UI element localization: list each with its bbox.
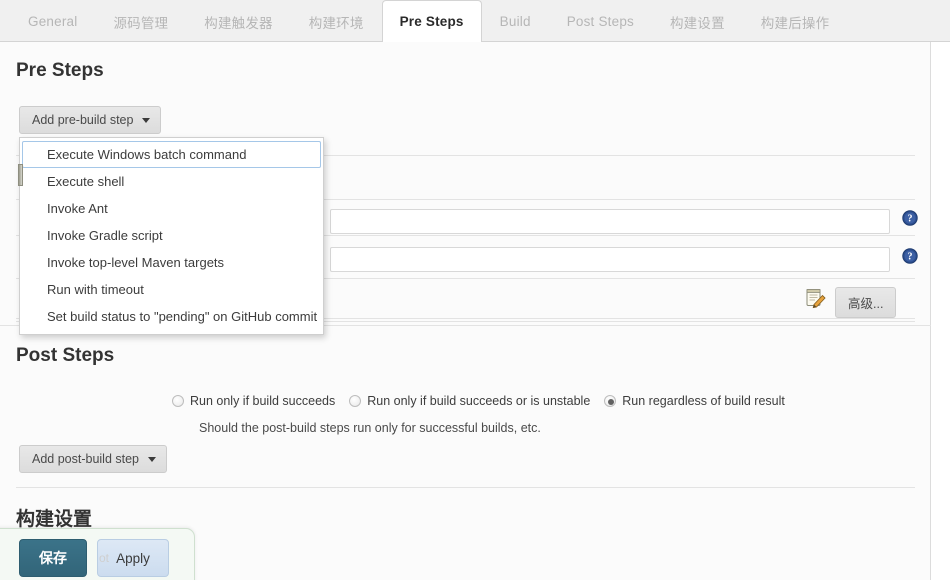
build-settings-heading: 构建设置 bbox=[16, 509, 93, 530]
menu-item[interactable]: Execute Windows batch command bbox=[22, 141, 321, 168]
menu-item-label: Execute Windows batch command bbox=[47, 147, 247, 162]
menu-item-label: Execute shell bbox=[47, 174, 125, 189]
radio-run-condition-1[interactable]: Run only if build succeeds or is unstabl… bbox=[349, 394, 590, 408]
pre-step-field-2[interactable] bbox=[330, 247, 890, 272]
tab-label: Build bbox=[499, 14, 531, 29]
menu-item-label: Run with timeout bbox=[47, 282, 144, 297]
tab-构建后操作[interactable]: 构建后操作 bbox=[743, 0, 848, 42]
tab-label: 构建后操作 bbox=[760, 15, 830, 31]
config-tab-bar: General 源码管理 构建触发器 构建环境 Pre Steps Build Post S… bbox=[0, 0, 950, 43]
radio-dot[interactable] bbox=[349, 395, 362, 407]
menu-item[interactable]: Run with timeout bbox=[22, 276, 321, 303]
add-post-build-step-button[interactable]: Add post-build step bbox=[19, 445, 168, 473]
tab-label: General bbox=[28, 14, 78, 29]
menu-item[interactable]: Set build status to "pending" on GitHub … bbox=[22, 303, 321, 330]
ghost-text: ot bbox=[99, 551, 110, 565]
tab-label: Pre Steps bbox=[399, 14, 464, 29]
tab-label: 构建触发器 bbox=[204, 15, 273, 31]
menu-item-label: Set build status to "pending" on GitHub … bbox=[47, 309, 318, 324]
tab-label: 构建设置 bbox=[669, 15, 725, 31]
pre-build-step-dropdown-menu[interactable]: Execute Windows batch command Execute she… bbox=[18, 137, 324, 335]
menu-drag-handle[interactable] bbox=[18, 164, 23, 186]
tab-label: 源码管理 bbox=[113, 15, 169, 31]
add-post-build-step-label: Add post-build step bbox=[32, 452, 140, 466]
jenkins-job-config-page: General 源码管理 构建触发器 构建环境 Pre Steps Build Post S… bbox=[0, 0, 950, 580]
help-icon[interactable]: ? bbox=[902, 210, 918, 226]
advanced-button[interactable]: 高级... bbox=[835, 287, 897, 318]
tab-构建设置[interactable]: 构建设置 bbox=[652, 0, 743, 42]
chevron-down-icon bbox=[148, 456, 157, 462]
help-icon[interactable]: ? bbox=[902, 248, 918, 264]
pre-step-field-1[interactable] bbox=[330, 209, 890, 234]
tab-label: Post Steps bbox=[566, 14, 634, 29]
tab-源码管理[interactable]: 源码管理 bbox=[95, 0, 186, 42]
tab-post-steps[interactable]: Post Steps bbox=[549, 0, 652, 42]
post-build-run-condition-group: Run only if build succeeds Run only if bu… bbox=[172, 394, 799, 408]
tab-pre-steps[interactable]: Pre Steps bbox=[381, 0, 482, 43]
notepad-pencil-icon[interactable] bbox=[805, 287, 827, 312]
tab-general[interactable]: General bbox=[10, 0, 95, 42]
floating-save-bar: 保存 Apply bbox=[0, 528, 195, 580]
menu-item-label: Invoke Gradle script bbox=[47, 228, 163, 243]
menu-item-label: Invoke top-level Maven targets bbox=[47, 255, 225, 270]
tab-build[interactable]: Build bbox=[482, 0, 549, 42]
menu-item[interactable]: Invoke Ant bbox=[22, 195, 321, 222]
add-pre-build-step-label: Add pre-build step bbox=[32, 113, 134, 127]
save-button[interactable]: 保存 bbox=[19, 539, 87, 577]
svg-text:?: ? bbox=[908, 252, 913, 263]
menu-item[interactable]: Execute shell bbox=[22, 168, 321, 195]
divider bbox=[16, 487, 915, 488]
radio-run-condition-0[interactable]: Run only if build succeeds bbox=[172, 394, 335, 408]
chevron-down-icon bbox=[142, 117, 151, 123]
svg-text:?: ? bbox=[908, 214, 913, 225]
menu-item[interactable]: Invoke Gradle script bbox=[22, 222, 321, 249]
radio-run-condition-2[interactable]: Run regardless of build result bbox=[604, 394, 785, 408]
radio-dot[interactable] bbox=[604, 395, 617, 407]
menu-item[interactable]: Invoke top-level Maven targets bbox=[22, 249, 321, 276]
radio-label: Run regardless of build result bbox=[622, 394, 785, 408]
tab-label: 构建环境 bbox=[308, 15, 364, 31]
pre-steps-heading: Pre Steps bbox=[16, 60, 104, 81]
tab-构建触发器[interactable]: 构建触发器 bbox=[186, 0, 291, 42]
add-pre-build-step-button[interactable]: Add pre-build step bbox=[19, 106, 162, 134]
radio-label: Run only if build succeeds bbox=[190, 394, 336, 408]
post-steps-hint: Should the post-build steps run only for… bbox=[199, 421, 541, 435]
radio-label: Run only if build succeeds or is unstabl… bbox=[367, 394, 591, 408]
menu-item-label: Invoke Ant bbox=[47, 201, 108, 216]
advanced-button-label: 高级... bbox=[848, 297, 884, 311]
tab-构建环境[interactable]: 构建环境 bbox=[291, 0, 382, 42]
radio-dot[interactable] bbox=[172, 395, 184, 407]
post-steps-heading: Post Steps bbox=[16, 345, 115, 366]
